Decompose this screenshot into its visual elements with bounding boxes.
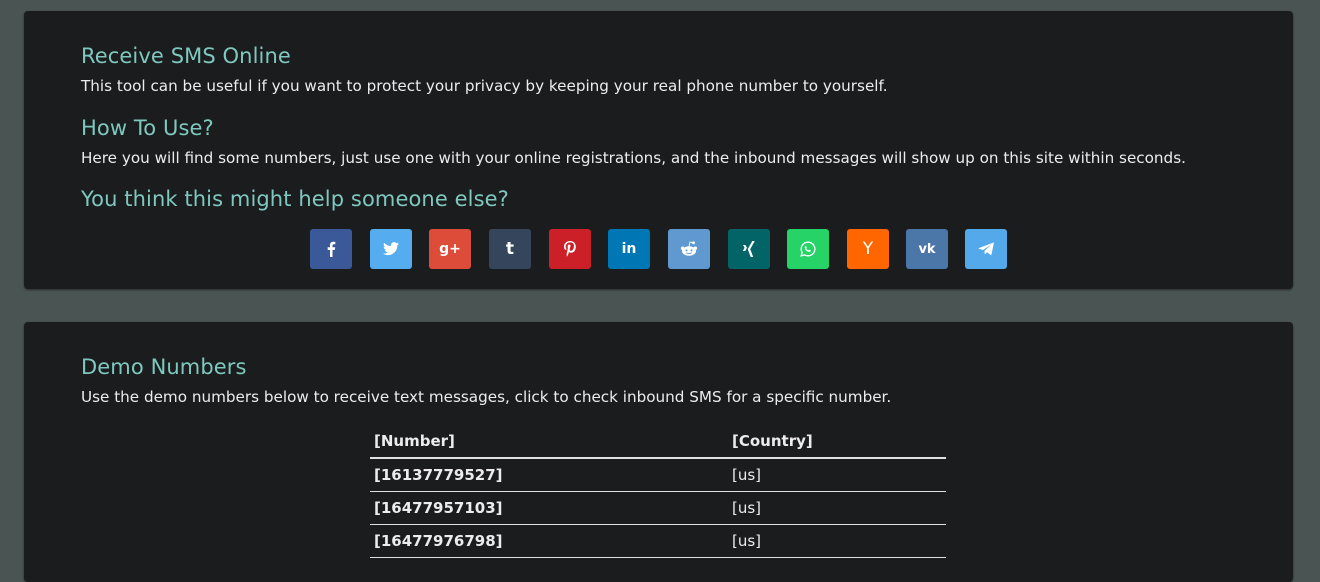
table-row[interactable]: [16477976798] [us] [370,524,946,558]
demo-numbers-panel: Demo Numbers Use the demo numbers below … [24,322,1293,582]
linkedin-icon: in [621,241,637,257]
share-title: You think this might help someone else? [81,187,509,211]
phone-number-cell[interactable]: [16137779527] [370,458,728,492]
intro-title: Receive SMS Online [81,44,291,68]
hacker-news-share-button[interactable]: Y [847,229,889,269]
tumblr-icon: t [505,239,515,259]
how-to-use-text: Here you will find some numbers, just us… [81,149,1186,167]
facebook-icon [327,241,336,257]
xing-share-button[interactable] [728,229,770,269]
pinterest-share-button[interactable] [549,229,591,269]
google-plus-icon: g+ [439,241,461,257]
vk-share-button[interactable]: vk [906,229,948,269]
demo-numbers-description: Use the demo numbers below to receive te… [81,388,892,406]
intro-description: This tool can be useful if you want to p… [81,77,888,95]
number-column-header: [Number] [370,425,728,459]
xing-icon [742,241,755,257]
whatsapp-share-button[interactable] [787,229,829,269]
tumblr-share-button[interactable]: t [489,229,531,269]
share-title-block: You think this might help someone else? [81,186,1263,212]
twitter-icon [383,242,399,256]
phone-number-cell[interactable]: [16477976798] [370,524,728,558]
hacker-news-icon: Y [862,239,874,259]
vk-icon: vk [918,241,936,257]
phone-number-cell[interactable]: [16477957103] [370,491,728,525]
how-to-use-title: How To Use? [81,116,214,140]
telegram-share-button[interactable] [965,229,1007,269]
demo-desc-block: Use the demo numbers below to receive te… [81,387,1263,407]
country-column-header: [Country] [728,425,946,459]
telegram-icon [978,242,994,256]
table-row[interactable]: [16477957103] [us] [370,491,946,525]
country-cell: [us] [728,524,946,558]
demo-numbers-table: [Number] [Country] [16137779527] [us] [1… [370,425,946,558]
twitter-share-button[interactable] [370,229,412,269]
linkedin-share-button[interactable]: in [608,229,650,269]
google-plus-share-button[interactable]: g+ [429,229,471,269]
demo-title-block: Demo Numbers [81,354,1263,380]
demo-numbers-title: Demo Numbers [81,355,247,379]
pinterest-icon [564,241,576,257]
table-row[interactable]: [16137779527] [us] [370,458,946,492]
intro-title-block: Receive SMS Online [81,43,1263,69]
intro-desc-block: This tool can be useful if you want to p… [81,76,1263,96]
facebook-share-button[interactable] [310,229,352,269]
reddit-icon [680,241,698,256]
country-cell: [us] [728,458,946,492]
how-text-block: Here you will find some numbers, just us… [81,148,1263,168]
reddit-share-button[interactable] [668,229,710,269]
intro-panel: Receive SMS Online This tool can be usef… [24,11,1293,289]
table-header-row: [Number] [Country] [370,425,946,459]
whatsapp-icon [800,241,816,257]
how-title-block: How To Use? [81,115,1263,141]
country-cell: [us] [728,491,946,525]
